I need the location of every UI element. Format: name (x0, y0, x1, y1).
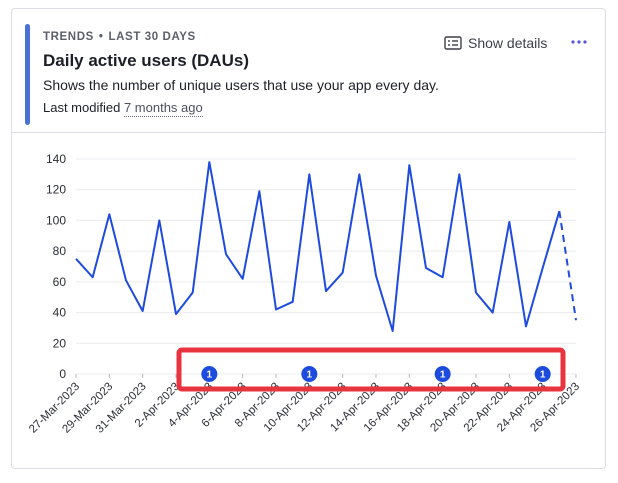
dau-line-chart[interactable]: 0 20 40 60 80 100 120 140 27-Mar-202329-Mar-202… (0, 0, 618, 483)
annotation-count: 1 (307, 370, 313, 381)
series-line-incomplete (558, 211, 577, 321)
annotation-marker[interactable]: 1 (434, 366, 451, 382)
annotation-count: 1 (540, 370, 546, 381)
y-tick-label: 120 (46, 183, 66, 197)
series-lines (75, 161, 577, 332)
y-tick-label: 100 (46, 213, 66, 227)
annotation-marker[interactable]: 1 (534, 366, 551, 382)
annotation-marker[interactable]: 1 (201, 366, 218, 382)
annotation-marker[interactable]: 1 (301, 366, 318, 382)
annotation-count: 1 (440, 370, 446, 381)
y-tick-label: 80 (53, 244, 67, 258)
series-line (75, 161, 561, 332)
y-axis-ticks: 0 20 40 60 80 100 120 140 (46, 152, 66, 381)
y-tick-label: 140 (46, 152, 66, 166)
y-tick-label: 20 (53, 336, 67, 350)
x-axis-ticks: 27-Mar-202329-Mar-202331-Mar-20232-Apr-2… (27, 374, 582, 436)
y-tick-label: 0 (59, 367, 66, 381)
y-tick-label: 40 (53, 306, 67, 320)
y-tick-label: 60 (53, 275, 67, 289)
annotation-count: 1 (207, 370, 213, 381)
